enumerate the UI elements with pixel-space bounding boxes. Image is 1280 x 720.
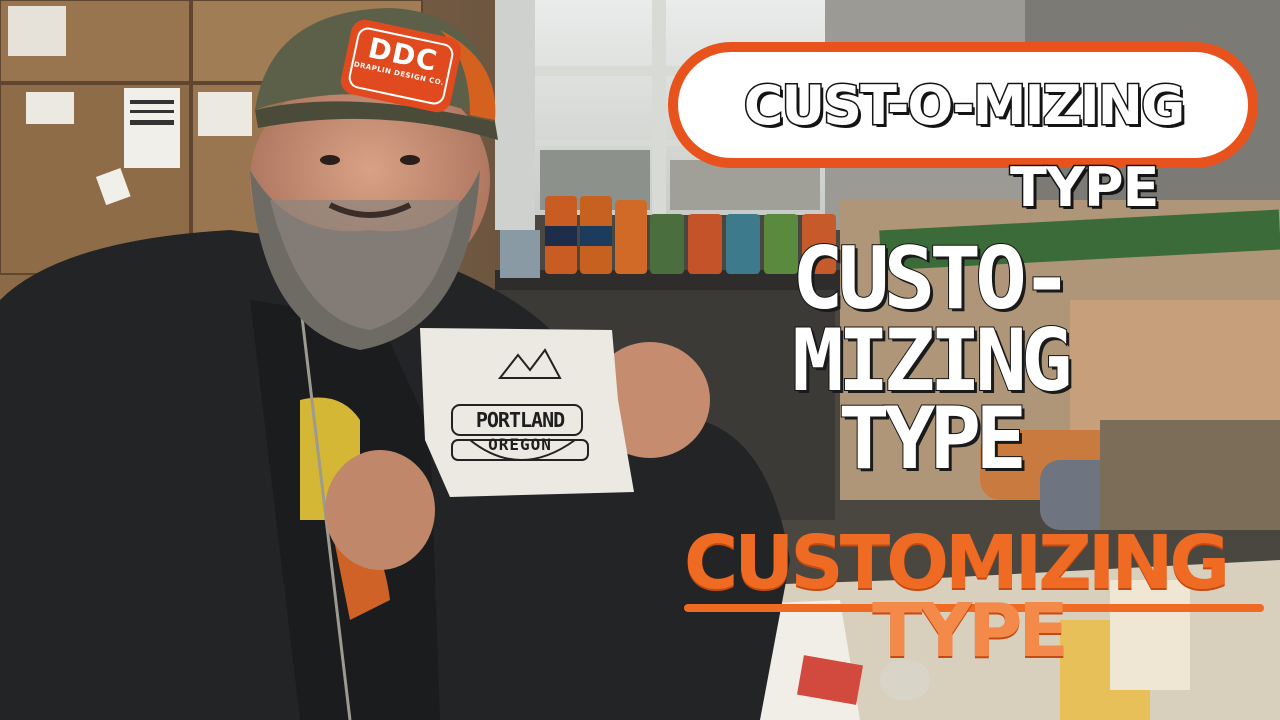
- title1-line2: TYPE: [1008, 155, 1160, 221]
- sketch-line2: OREGON: [488, 435, 552, 454]
- sketch-text: PORTLAND OREGON: [452, 405, 588, 455]
- title1-line1: CUST-O-MIZING: [742, 73, 1187, 139]
- title2-line3: TYPE: [837, 389, 1028, 489]
- title3-line2: TYPE: [872, 588, 1069, 674]
- sketch-line1: PORTLAND: [475, 408, 565, 432]
- title2-line1: CUSTO-: [791, 229, 1074, 329]
